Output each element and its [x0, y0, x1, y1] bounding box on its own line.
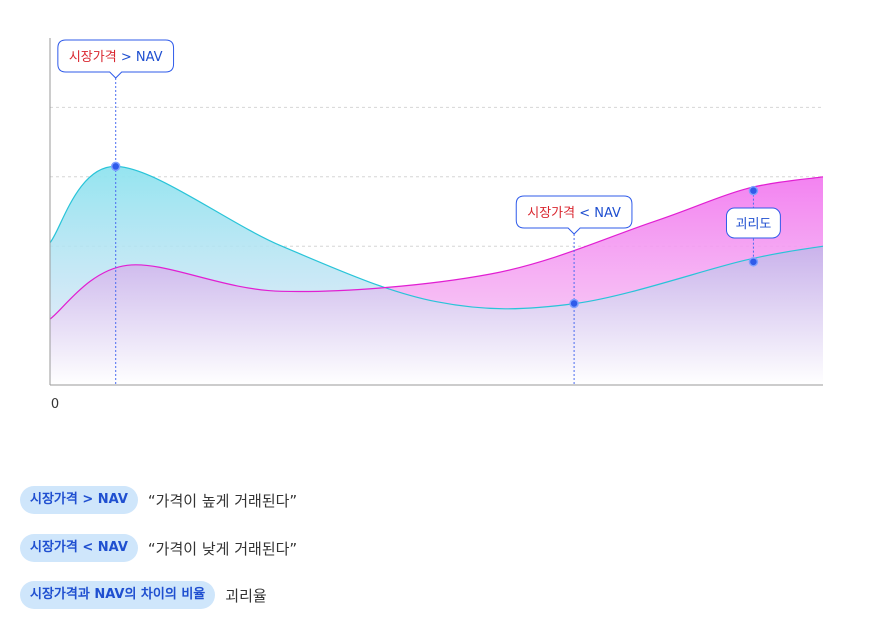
origin-label: 0 — [51, 397, 59, 412]
legend-desc: “가격이 낮게 거래된다” — [147, 539, 298, 558]
callout-text-blue: NAV — [136, 50, 163, 65]
legend-row-discount: 시장가격 < NAV “가격이 낮게 거래된다” — [20, 534, 297, 562]
premium-discount-chart: 시장가격 > NAV시장가격 < NAV괴리도 0 — [49, 38, 824, 412]
data-point-marker — [748, 185, 759, 196]
legend-desc: 괴리율 — [225, 586, 267, 605]
legend-row-premium: 시장가격 > NAV “가격이 높게 거래된다” — [20, 486, 297, 514]
legend-desc: “가격이 높게 거래된다” — [147, 491, 298, 510]
data-point-marker — [569, 298, 579, 309]
callout-text: 시장가격 < NAV — [527, 206, 621, 221]
callout-gap: 괴리도 — [725, 207, 781, 239]
data-point-marker — [110, 161, 121, 172]
callout-text: 시장가격 > NAV — [69, 50, 163, 65]
callout-text-symbol: > — [117, 50, 136, 65]
callout-premium: 시장가격 > NAV — [57, 39, 175, 79]
data-point-marker — [748, 257, 759, 267]
callout-text-symbol: < — [575, 206, 594, 221]
callout-discount: 시장가격 < NAV — [515, 195, 633, 235]
callout-text-red: 시장가격 — [69, 50, 117, 65]
legend-pill: 시장가격 < NAV — [20, 534, 138, 562]
legend-row-ratio: 시장가격과 NAV의 차이의 비율 괴리율 — [20, 581, 267, 609]
area-series — [49, 165, 824, 385]
callout-text-red: 시장가격 — [527, 206, 575, 221]
callout-text: 괴리도 — [735, 217, 771, 232]
legend-pill: 시장가격과 NAV의 차이의 비율 — [20, 581, 216, 609]
legend-pill: 시장가격 > NAV — [20, 486, 138, 514]
callout-text-blue: NAV — [594, 206, 621, 221]
